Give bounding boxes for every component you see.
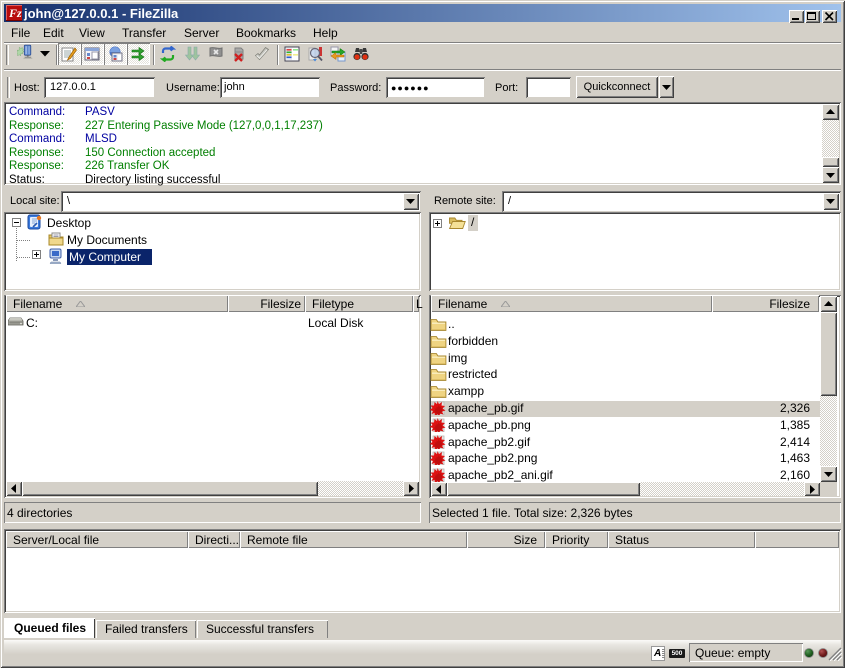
svg-text:Fz: Fz <box>8 6 22 20</box>
